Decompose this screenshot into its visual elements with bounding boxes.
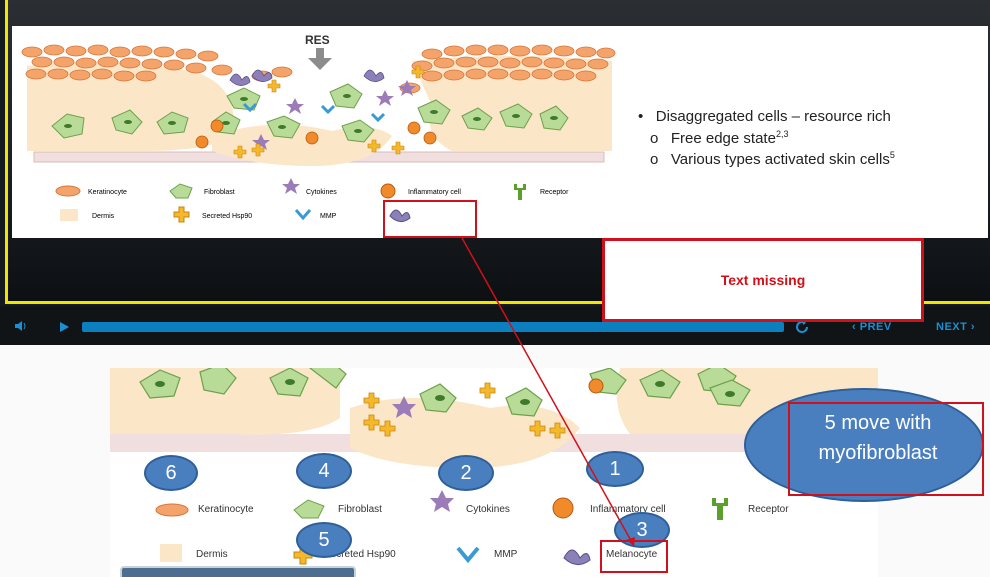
bottom-panel-tab[interactable] [120,566,356,577]
connector-arrow [461,237,635,547]
